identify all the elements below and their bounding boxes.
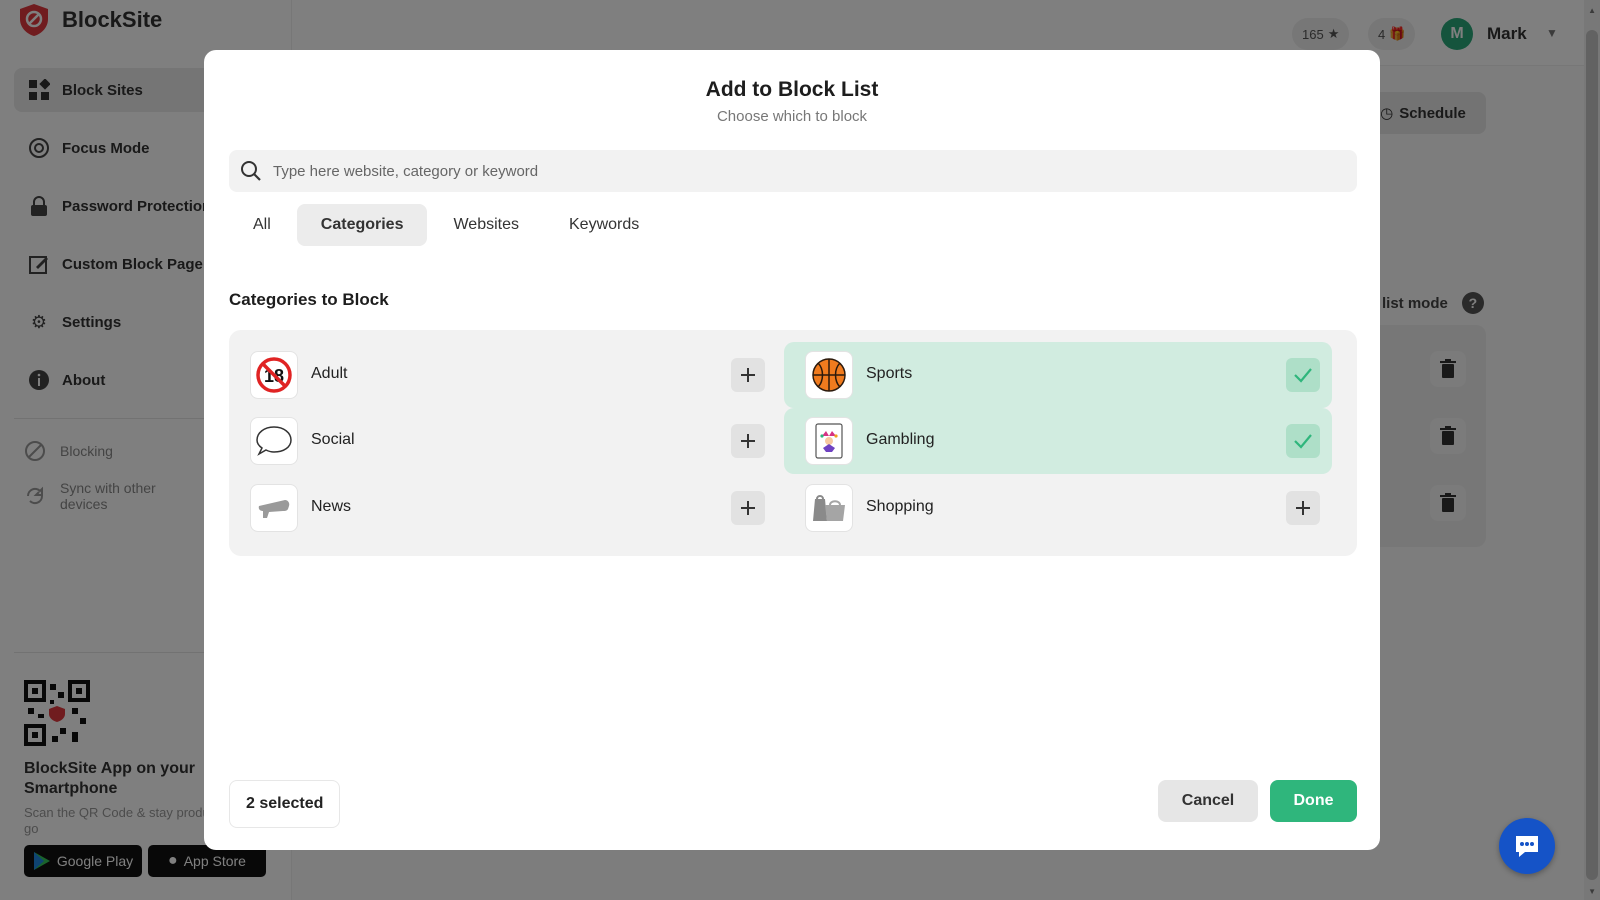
plus-icon[interactable]	[1286, 491, 1320, 525]
category-label: Sports	[866, 365, 913, 382]
plus-icon[interactable]	[731, 358, 765, 392]
categories-grid: 18 Adult Sports Social	[229, 330, 1357, 556]
selected-count: 2 selected	[229, 780, 341, 828]
dialog-subtitle: Choose which to block	[716, 108, 868, 125]
category-news[interactable]: News	[229, 475, 777, 541]
tab-categories[interactable]: Categories	[296, 204, 428, 246]
section-title: Categories to Block	[229, 290, 389, 309]
adult-18-icon: 18	[250, 351, 298, 399]
category-shopping[interactable]: Shopping	[784, 475, 1332, 541]
search-input[interactable]	[273, 151, 1357, 191]
megaphone-icon	[250, 484, 298, 532]
shopping-bags-icon	[805, 484, 853, 532]
category-sports[interactable]: Sports	[784, 342, 1332, 408]
checkmark-icon[interactable]	[1286, 358, 1320, 392]
filter-tabs: All Categories Websites Keywords	[229, 204, 663, 246]
done-button[interactable]: Done	[1270, 780, 1357, 822]
tab-keywords[interactable]: Keywords	[545, 204, 663, 246]
category-label: News	[311, 498, 352, 515]
joker-card-icon	[805, 417, 853, 465]
add-to-block-list-dialog: Add to Block List Choose which to block …	[204, 50, 1380, 850]
tab-websites[interactable]: Websites	[429, 204, 543, 246]
plus-icon[interactable]	[731, 424, 765, 458]
dialog-title: Add to Block List	[705, 78, 879, 101]
basketball-icon	[805, 351, 853, 399]
chat-bubble-icon	[1516, 836, 1538, 857]
search-bar	[229, 150, 1357, 192]
checkmark-icon[interactable]	[1286, 424, 1320, 458]
category-label: Shopping	[866, 498, 934, 515]
category-label: Gambling	[866, 431, 935, 448]
category-social[interactable]: Social	[229, 408, 777, 474]
cancel-button[interactable]: Cancel	[1158, 780, 1258, 822]
speech-bubble-icon	[250, 417, 298, 465]
search-icon	[229, 150, 273, 192]
category-label: Adult	[311, 365, 348, 382]
tab-all[interactable]: All	[229, 204, 295, 246]
category-label: Social	[311, 431, 355, 448]
plus-icon[interactable]	[731, 491, 765, 525]
chat-support-button[interactable]	[1499, 818, 1555, 874]
category-adult[interactable]: 18 Adult	[229, 342, 777, 408]
category-gambling[interactable]: Gambling	[784, 408, 1332, 474]
